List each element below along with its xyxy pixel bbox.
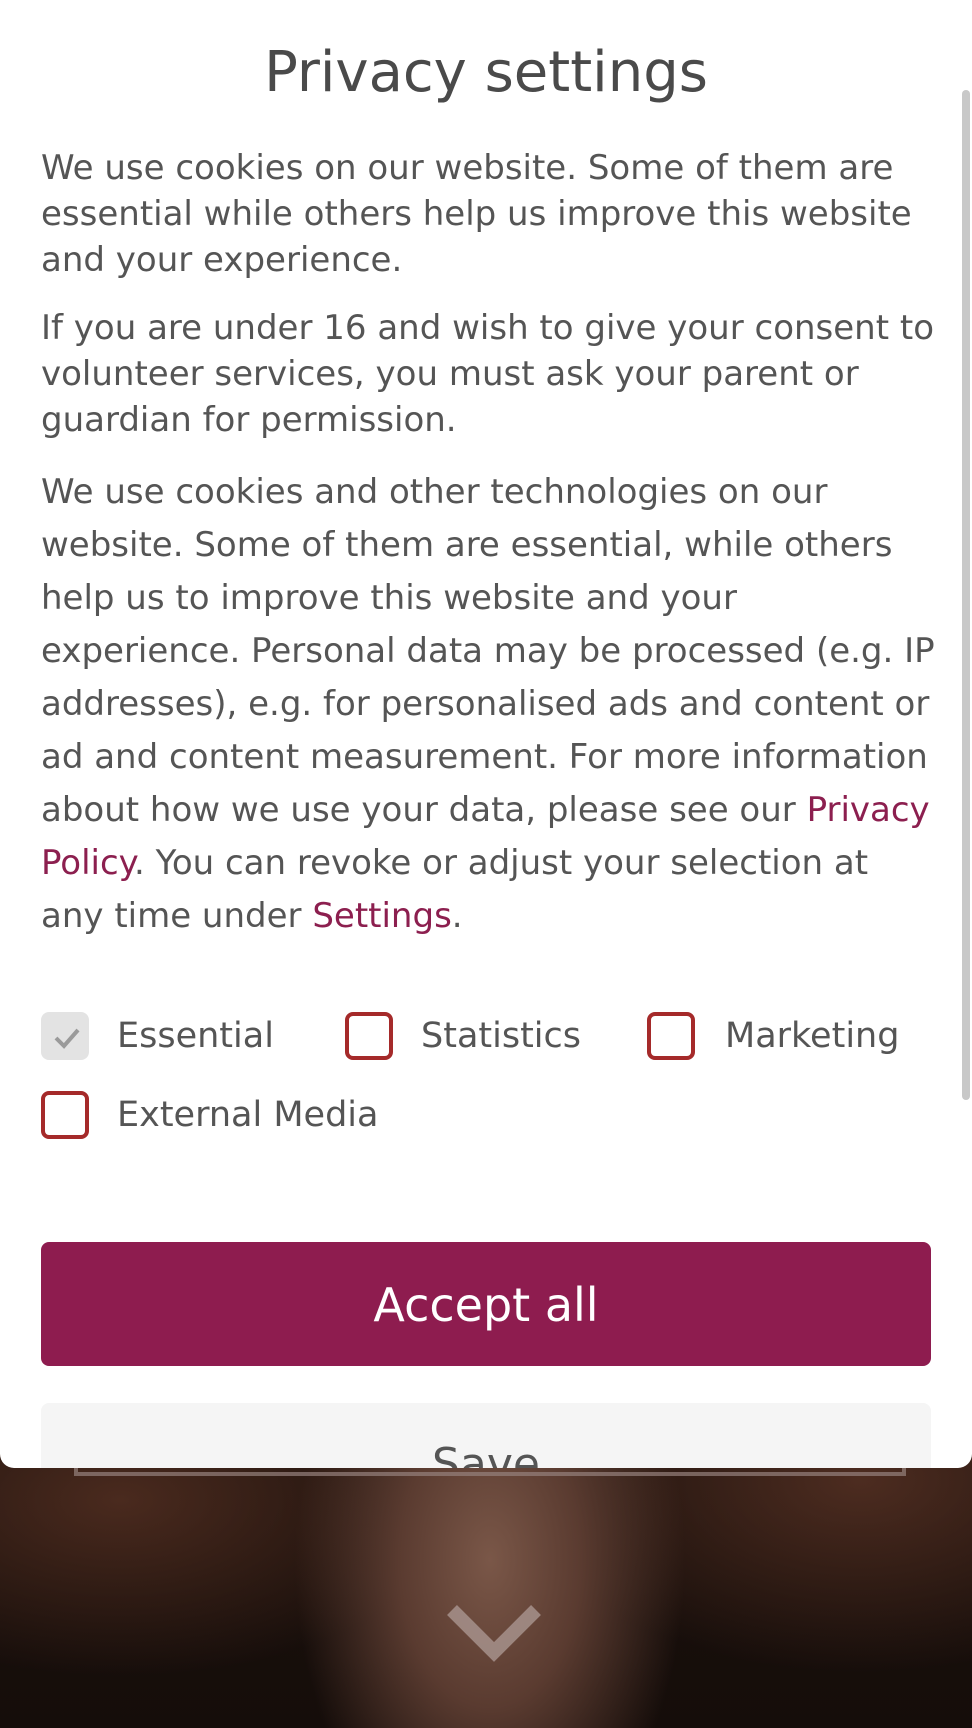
save-button[interactable]: Save [41, 1403, 931, 1468]
dialog-scrollbar[interactable] [962, 90, 970, 1100]
dialog-title: Privacy settings [264, 40, 708, 105]
settings-link[interactable]: Settings [312, 896, 451, 936]
chevron-down-icon[interactable] [446, 1604, 541, 1664]
age-notice-paragraph: If you are under 16 and wish to give you… [41, 308, 934, 440]
details-text-3: . [451, 896, 463, 936]
checkbox-row-2: External Media [41, 1091, 641, 1145]
marketing-label[interactable]: Marketing [725, 1012, 899, 1060]
checkmark-icon [54, 1028, 80, 1049]
external-media-checkbox[interactable] [41, 1091, 89, 1139]
essential-checkbox [41, 1012, 89, 1060]
marketing-checkbox[interactable] [647, 1012, 695, 1060]
details-text-1: We use cookies and other technologies on… [41, 472, 935, 830]
privacy-settings-dialog: Privacy settings We use cookies on our w… [0, 0, 972, 1468]
details-paragraph: We use cookies and other technologies on… [41, 466, 941, 943]
statistics-label[interactable]: Statistics [421, 1012, 581, 1060]
statistics-checkbox[interactable] [345, 1012, 393, 1060]
external-media-label[interactable]: External Media [117, 1091, 378, 1139]
accept-all-button[interactable]: Accept all [41, 1242, 931, 1366]
essential-label: Essential [117, 1016, 274, 1056]
intro-paragraph: We use cookies on our website. Some of t… [41, 148, 912, 280]
checkbox-row-1: Essential Statistics Marketing [41, 1012, 941, 1066]
